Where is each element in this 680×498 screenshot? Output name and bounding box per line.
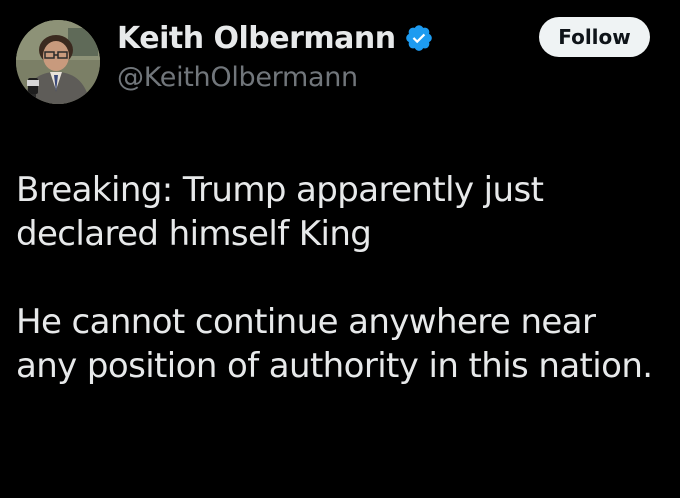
follow-button[interactable]: Follow — [539, 17, 650, 57]
verified-badge-icon[interactable] — [404, 23, 434, 53]
author-name-row: Keith Olbermann — [117, 17, 434, 59]
tweet-card: Keith Olbermann @KeithOlbermann Follow B… — [0, 0, 680, 498]
author-display-name[interactable]: Keith Olbermann — [117, 21, 396, 56]
author-handle[interactable]: @KeithOlbermann — [117, 62, 358, 93]
profile-photo-icon — [16, 20, 100, 104]
tweet-paragraph: Breaking: Trump apparently just declared… — [16, 170, 544, 254]
tweet-text: Breaking: Trump apparently just declared… — [16, 168, 666, 388]
tweet-paragraph: He cannot continue anywhere near any pos… — [16, 302, 653, 386]
avatar[interactable] — [16, 20, 100, 104]
